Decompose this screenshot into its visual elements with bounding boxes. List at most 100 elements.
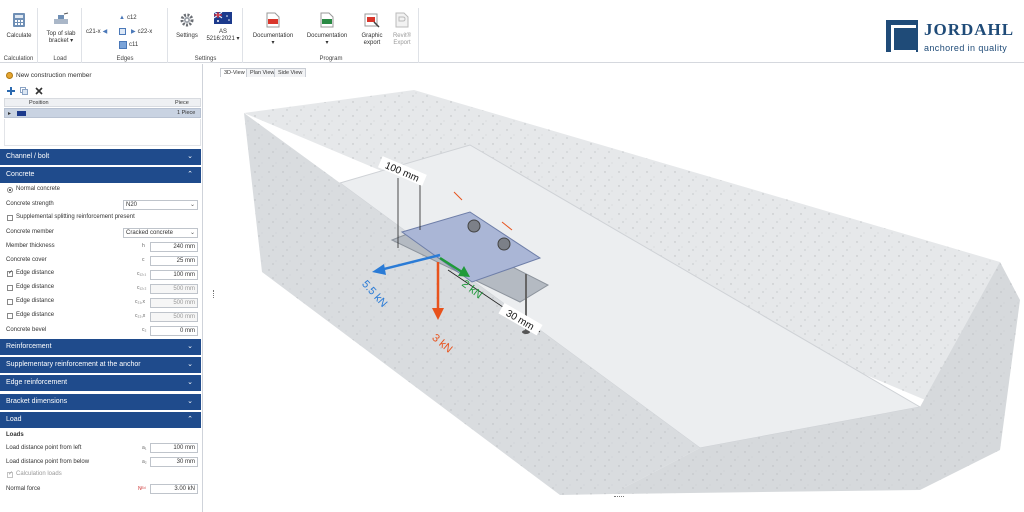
brand-name: JORDAHL bbox=[924, 20, 1015, 39]
edge-distance-3-checkbox[interactable] bbox=[7, 299, 13, 305]
documentation-pdf-button[interactable]: Documentation ▾ bbox=[248, 12, 298, 47]
bolt-head-2 bbox=[497, 237, 511, 251]
top-of-slab-bracket-button[interactable]: Top of slab bracket ▾ bbox=[42, 12, 80, 45]
graphic-label: Graphic bbox=[361, 33, 383, 39]
concrete-member-select[interactable]: Cracked concrete ⌄ bbox=[123, 228, 198, 238]
row-piece: 1 Piece bbox=[177, 110, 196, 116]
brand-tagline: anchored in quality bbox=[924, 43, 1008, 53]
member-thickness-input[interactable]: 240 mm bbox=[150, 242, 198, 252]
section-edge-reinforcement-label: Edge reinforcement bbox=[6, 379, 68, 386]
member-thickness-label: Member thickness bbox=[6, 243, 55, 249]
triangle-right-icon: ▶ bbox=[131, 29, 136, 35]
calculation-loads-checkbox[interactable] bbox=[7, 470, 13, 478]
edge-grid-button[interactable] bbox=[119, 28, 126, 35]
edge-distance-4-symbol: c₂₂,x bbox=[135, 313, 146, 319]
edge-distance-1-label: Edge distance bbox=[16, 270, 55, 276]
edge-distance-3-input[interactable]: 500 mm bbox=[150, 298, 198, 308]
edge-distance-3-symbol: c₂₁,x bbox=[135, 299, 146, 305]
edge-c21x-button[interactable]: c21-x ◀ bbox=[86, 28, 108, 36]
edge-distance-4-label: Edge distance bbox=[16, 312, 55, 318]
supplemental-splitting-label: Supplemental splitting reinforcement pre… bbox=[16, 214, 135, 220]
concrete-member-value: Cracked concrete bbox=[126, 230, 174, 236]
members-grid-row[interactable]: ▸ 1 Piece bbox=[4, 108, 201, 118]
edge-c11-button[interactable]: c11 bbox=[119, 41, 138, 49]
concrete-strength-value: N20 bbox=[126, 202, 138, 208]
calculate-label: Calculate bbox=[6, 33, 32, 39]
chevron-down-icon: ⌄ bbox=[189, 230, 195, 236]
edge-distance-2-label: Edge distance bbox=[16, 284, 55, 290]
copy-icon[interactable] bbox=[20, 87, 28, 95]
col-piece: Piece bbox=[175, 100, 189, 106]
section-bracket-dimensions[interactable]: Bracket dimensions ⌄ bbox=[0, 394, 201, 410]
concrete-bevel-input[interactable]: 0 mm bbox=[150, 326, 198, 336]
add-icon[interactable] bbox=[7, 87, 15, 95]
section-load[interactable]: Load ⌃ bbox=[0, 412, 201, 428]
concrete-cover-input[interactable]: 25 mm bbox=[150, 256, 198, 266]
concrete-strength-label: Concrete strength bbox=[6, 201, 54, 207]
calculation-group-label: Calculation bbox=[3, 56, 34, 62]
documentation-xls-button[interactable]: Documentation ▾ bbox=[302, 12, 352, 47]
supplemental-splitting-checkbox[interactable] bbox=[7, 215, 13, 221]
calculation-loads-label: Calculation loads bbox=[16, 471, 62, 477]
load-group-label: Load bbox=[53, 56, 67, 62]
chevron-down-icon: ⌄ bbox=[187, 379, 193, 386]
pdf-icon bbox=[266, 12, 280, 28]
revit-export-button[interactable]: Revit® Export bbox=[388, 12, 416, 47]
chevron-down-icon: ⌄ bbox=[187, 153, 193, 160]
3d-scene[interactable]: 100 mm 30 mm 5.5 kN 2 kN 3 kN bbox=[218, 76, 1024, 498]
section-reinforcement[interactable]: Reinforcement ⌄ bbox=[0, 339, 201, 355]
concrete-bevel-symbol: c₂ bbox=[142, 327, 147, 333]
edges-group: c21-x ◀ ▲ c12 ▶ c22-x c11 Edges bbox=[83, 8, 168, 63]
col-position: Position bbox=[29, 100, 49, 106]
calculate-button[interactable]: Calculate bbox=[4, 12, 34, 40]
load-distance-left-input[interactable]: 100 mm bbox=[150, 443, 198, 453]
triangle-left-icon: ◀ bbox=[102, 29, 108, 35]
standard-country-label: AS bbox=[218, 29, 227, 35]
load-distance-left-symbol: a₁ bbox=[142, 445, 147, 451]
standard-button[interactable]: AS 5216:2021 ▾ bbox=[205, 11, 241, 43]
section-concrete[interactable]: Concrete ⌃ bbox=[0, 167, 201, 183]
normal-force-symbol: Nᴱᵈ bbox=[138, 486, 146, 492]
c22x-label: c22-x bbox=[137, 28, 153, 35]
settings-button[interactable]: Settings bbox=[172, 12, 202, 40]
viewer-bottom-splitter[interactable] bbox=[614, 496, 624, 498]
edge-distance-3-label: Edge distance bbox=[16, 298, 55, 304]
concrete-strength-select[interactable]: N20 ⌄ bbox=[123, 200, 198, 210]
load-distance-below-input[interactable]: 30 mm bbox=[150, 457, 198, 467]
load-group: Top of slab bracket ▾ Load bbox=[39, 8, 82, 63]
new-construction-member[interactable]: New construction member bbox=[6, 72, 92, 79]
bracket-label: bracket bbox=[48, 38, 69, 44]
bolt-head-1 bbox=[467, 219, 481, 233]
edge-c22x-button[interactable]: ▶ c22-x bbox=[131, 28, 153, 36]
row-expand-icon[interactable]: ▸ bbox=[8, 110, 11, 117]
edge-distance-2-checkbox[interactable] bbox=[7, 285, 13, 291]
concrete-member-label: Concrete member bbox=[6, 229, 55, 235]
revit-label: Revit® bbox=[392, 33, 412, 39]
section-channel-bolt[interactable]: Channel / bolt ⌄ bbox=[0, 149, 201, 165]
normal-force-input[interactable]: 3.00 kN bbox=[150, 484, 198, 494]
load-distance-left-label: Load distance point from left bbox=[6, 445, 82, 451]
section-edge-reinforcement[interactable]: Edge reinforcement ⌄ bbox=[0, 375, 201, 391]
grid-icon bbox=[119, 28, 126, 35]
revit-export-label: Export bbox=[393, 40, 411, 46]
edge-c12-button[interactable]: ▲ c12 bbox=[119, 15, 137, 21]
edge-distance-1-input[interactable]: 100 mm bbox=[150, 270, 198, 280]
section-supplementary-anchor-label: Supplementary reinforcement at the ancho… bbox=[6, 361, 141, 368]
section-channel-bolt-label: Channel / bolt bbox=[6, 153, 50, 160]
spreadsheet-icon bbox=[320, 12, 334, 28]
normal-concrete-radio[interactable] bbox=[7, 187, 13, 193]
section-concrete-label: Concrete bbox=[6, 171, 35, 178]
section-load-label: Load bbox=[6, 416, 22, 423]
chevron-down-icon: ⌄ bbox=[187, 398, 193, 405]
panel-splitter[interactable] bbox=[213, 290, 215, 298]
section-supplementary-anchor[interactable]: Supplementary reinforcement at the ancho… bbox=[0, 357, 201, 373]
edge-distance-1-checkbox[interactable] bbox=[7, 269, 13, 277]
concrete-cover-symbol: c bbox=[142, 257, 145, 263]
edge-distance-2-input[interactable]: 500 mm bbox=[150, 284, 198, 294]
edge-distance-4-input[interactable]: 500 mm bbox=[150, 312, 198, 322]
edge-distance-4-checkbox[interactable] bbox=[7, 313, 13, 319]
delete-icon[interactable] bbox=[35, 87, 43, 95]
graphic-export-button[interactable]: Graphic export bbox=[358, 12, 386, 47]
settings-group: Settings AS 5216:2021 ▾ Settings bbox=[169, 8, 243, 63]
concrete-bevel-label: Concrete bevel bbox=[6, 327, 47, 333]
